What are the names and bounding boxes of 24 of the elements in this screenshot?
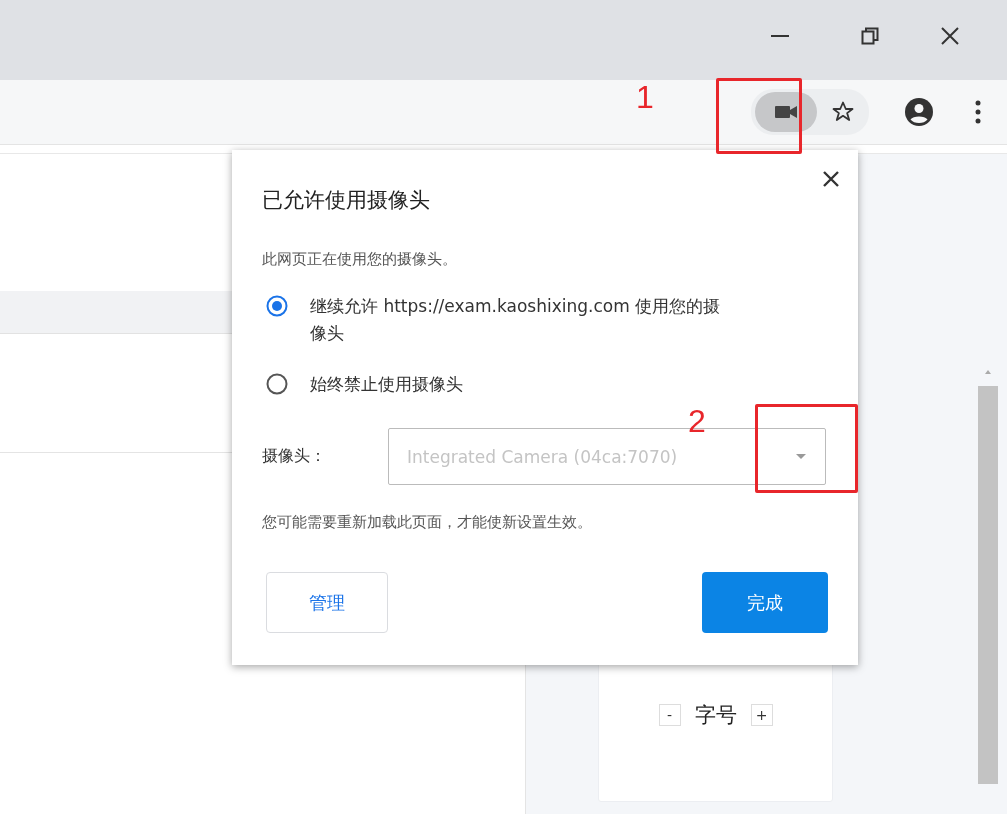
radio-button[interactable] [266, 373, 288, 395]
star-icon[interactable] [831, 100, 855, 124]
option-label: 始终禁止使用摄像头 [310, 373, 464, 396]
account-icon[interactable] [905, 98, 933, 126]
camera-icon [775, 105, 797, 119]
popup-title: 已允许使用摄像头 [262, 187, 431, 214]
close-icon[interactable] [822, 170, 840, 188]
minimize-icon[interactable] [771, 34, 789, 38]
camera-button[interactable] [755, 92, 817, 132]
increase-button[interactable]: + [750, 704, 773, 726]
annotation-number: 1 [636, 80, 654, 114]
manage-button[interactable]: 管理 [266, 572, 388, 633]
popup-note: 您可能需要重新加载此页面，才能使新设置生效。 [262, 513, 593, 532]
done-button[interactable]: 完成 [702, 572, 828, 633]
caret-icon [795, 453, 807, 460]
restore-icon[interactable] [861, 27, 879, 45]
font-size-label: 字号 [694, 702, 737, 729]
menu-icon[interactable] [975, 100, 981, 124]
popup-description: 此网页正在使用您的摄像头。 [262, 250, 458, 269]
option-label: 继续允许 https://exam.kaoshixing.com 使用您的摄像头 [310, 295, 722, 345]
field-label: 摄像头： [262, 446, 327, 467]
radio-button[interactable] [266, 295, 288, 317]
close-icon[interactable] [940, 26, 960, 46]
decrease-button[interactable]: - [658, 704, 681, 726]
